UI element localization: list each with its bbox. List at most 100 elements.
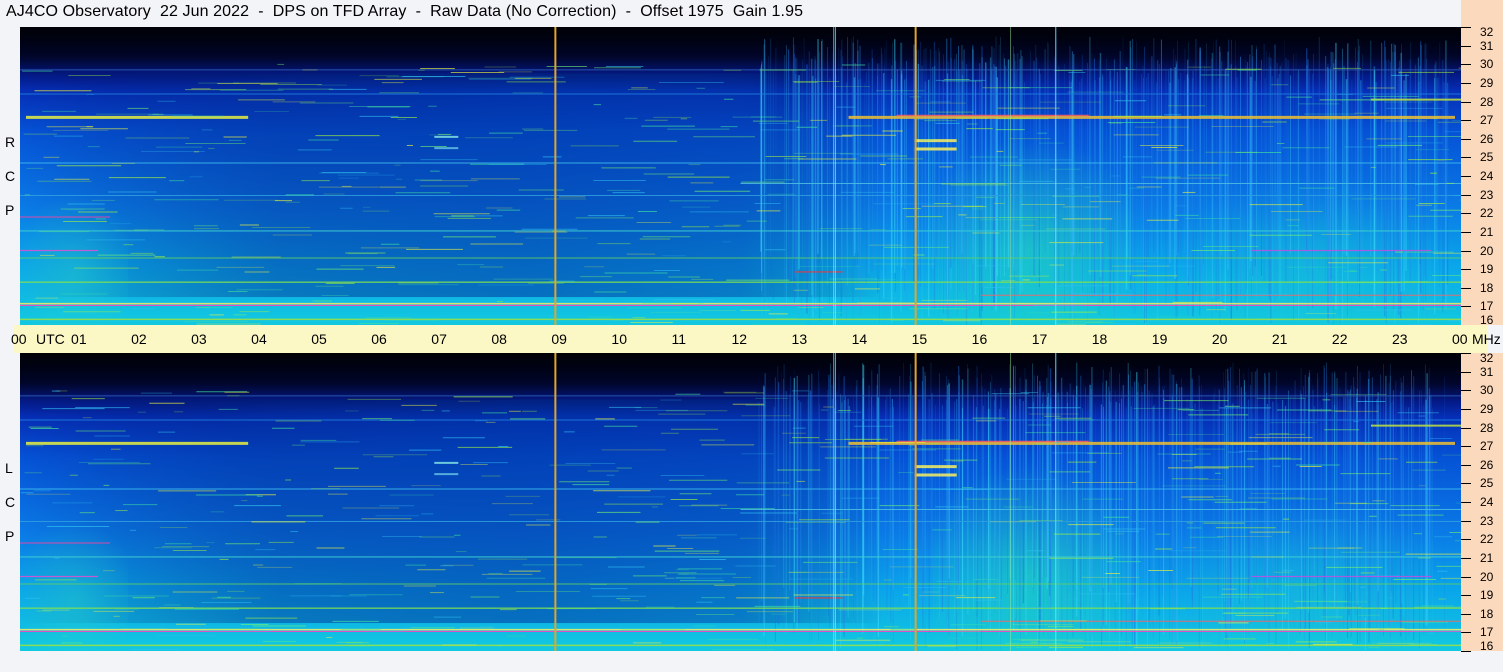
frequency-tick-lcp <box>1461 632 1471 633</box>
time-tick-label: 11 <box>671 331 686 347</box>
time-tick-label: 19 <box>1151 331 1168 347</box>
time-tick-label: 12 <box>731 331 748 347</box>
time-tick-label: 21 <box>1271 331 1288 347</box>
frequency-tick-label-lcp: 17 <box>1480 625 1494 639</box>
frequency-tick-lcp <box>1461 651 1471 652</box>
frequency-tick-label-rcp: 31 <box>1480 39 1494 53</box>
polarization-letter: C <box>5 168 16 184</box>
time-tick-label: 02 <box>131 331 147 347</box>
frequency-tick-label-lcp: 32 <box>1480 351 1494 365</box>
time-tick-label: 07 <box>431 331 447 347</box>
time-tick-label: 23 <box>1391 331 1408 347</box>
frequency-tick-label-rcp: 27 <box>1480 113 1494 127</box>
frequency-tick-label-lcp: 23 <box>1480 514 1494 528</box>
time-tick-label: 22 <box>1331 331 1348 347</box>
frequency-tick-label-lcp: 29 <box>1480 402 1494 416</box>
frequency-tick-rcp <box>1461 176 1471 177</box>
frequency-tick-label-rcp: 20 <box>1480 244 1494 258</box>
time-tick-label: 06 <box>371 331 387 347</box>
time-tick-label: 09 <box>551 331 567 347</box>
frequency-tick-rcp <box>1461 102 1471 103</box>
time-tick-label: 03 <box>191 331 207 347</box>
time-tick-label: 16 <box>971 331 988 347</box>
time-tick-label: 04 <box>251 331 267 347</box>
frequency-tick-label-rcp: 24 <box>1480 169 1494 183</box>
frequency-axis-rcp: 16 17 18 19 20 21 22 23 24 25 26 27 28 29 30 31 32 <box>1461 26 1503 326</box>
frequency-tick-label-lcp: 16 <box>1480 639 1494 653</box>
frequency-tick-label-rcp: 19 <box>1480 262 1494 276</box>
corner-fill <box>1461 0 1503 27</box>
frequency-tick-rcp <box>1461 157 1471 158</box>
spectrogram-svg-rcp <box>20 27 1461 325</box>
frequency-tick-lcp <box>1461 446 1471 447</box>
frequency-tick-label-lcp: 24 <box>1480 495 1494 509</box>
time-tick-label: 13 <box>791 331 808 347</box>
frequency-tick-label-lcp: 27 <box>1480 439 1494 453</box>
frequency-tick-label-lcp: 18 <box>1480 607 1494 621</box>
frequency-tick-lcp <box>1461 409 1471 410</box>
time-tick-label: 00 <box>1452 331 1468 347</box>
frequency-unit-label: MHz <box>1472 331 1501 347</box>
time-tick-label: 20 <box>1211 331 1228 347</box>
frequency-tick-lcp <box>1461 558 1471 559</box>
time-tick-label: 01 <box>71 331 87 347</box>
frequency-tick-rcp <box>1461 269 1471 270</box>
time-unit-label: UTC <box>36 331 65 347</box>
frequency-tick-label-rcp: 29 <box>1480 76 1494 90</box>
frequency-axis-lcp: 16 17 18 19 20 21 22 23 24 25 26 27 28 29 30 31 32 <box>1461 351 1503 653</box>
frequency-tick-label-lcp: 26 <box>1480 458 1494 472</box>
polarization-letter: R <box>5 134 16 150</box>
frequency-tick-lcp <box>1461 390 1471 391</box>
frequency-tick-lcp <box>1461 521 1471 522</box>
polarization-letter: P <box>5 528 15 544</box>
frequency-tick-rcp <box>1461 195 1471 196</box>
frequency-tick-lcp <box>1461 577 1471 578</box>
frequency-tick-lcp <box>1461 372 1471 373</box>
frequency-tick-rcp <box>1461 139 1471 140</box>
frequency-tick-label-lcp: 20 <box>1480 570 1494 584</box>
chart-title: AJ4CO Observatory 22 Jun 2022 - DPS on T… <box>6 3 804 20</box>
frequency-tick-label-rcp: 26 <box>1480 132 1494 146</box>
frequency-tick-label-rcp: 18 <box>1480 281 1494 295</box>
frequency-tick-lcp <box>1461 595 1471 596</box>
frequency-tick-label-rcp: 22 <box>1480 206 1494 220</box>
frequency-tick-rcp <box>1461 232 1471 233</box>
frequency-tick-rcp <box>1461 27 1471 28</box>
frequency-tick-lcp <box>1461 502 1471 503</box>
frequency-tick-label-lcp: 21 <box>1480 551 1494 565</box>
frequency-tick-rcp <box>1461 83 1471 84</box>
frequency-tick-label-lcp: 28 <box>1480 421 1494 435</box>
frequency-tick-label-rcp: 17 <box>1480 299 1494 313</box>
frequency-tick-label-rcp: 25 <box>1480 150 1494 164</box>
spectrogram-lcp <box>20 353 1461 651</box>
time-tick-label: 18 <box>1091 331 1108 347</box>
frequency-tick-rcp <box>1461 251 1471 252</box>
time-tick-label: 05 <box>311 331 327 347</box>
time-tick-label: 14 <box>851 331 868 347</box>
frequency-tick-label-rcp: 21 <box>1480 225 1494 239</box>
time-tick-label: 15 <box>911 331 928 347</box>
frequency-tick-label-lcp: 25 <box>1480 476 1494 490</box>
frequency-tick-label-lcp: 31 <box>1480 365 1494 379</box>
polarization-letter: L <box>5 460 13 476</box>
frequency-tick-rcp <box>1461 64 1471 65</box>
frequency-tick-lcp <box>1461 428 1471 429</box>
frequency-tick-rcp <box>1461 120 1471 121</box>
frequency-tick-rcp <box>1461 288 1471 289</box>
spectrogram-rcp <box>20 27 1461 325</box>
time-tick-label: 17 <box>1031 331 1048 347</box>
frequency-tick-label-lcp: 30 <box>1480 383 1494 397</box>
time-tick-label: 08 <box>491 331 507 347</box>
frequency-tick-label-rcp: 28 <box>1480 95 1494 109</box>
frequency-tick-label-rcp: 30 <box>1480 57 1494 71</box>
frequency-tick-rcp <box>1461 213 1471 214</box>
frequency-tick-lcp <box>1461 539 1471 540</box>
frequency-tick-lcp <box>1461 353 1471 354</box>
time-tick-label: 10 <box>611 331 627 347</box>
frequency-tick-lcp <box>1461 465 1471 466</box>
frequency-tick-rcp <box>1461 306 1471 307</box>
polarization-letter: C <box>5 494 16 510</box>
frequency-tick-lcp <box>1461 483 1471 484</box>
frequency-tick-label-lcp: 22 <box>1480 532 1494 546</box>
spectrogram-svg-lcp <box>20 353 1461 651</box>
